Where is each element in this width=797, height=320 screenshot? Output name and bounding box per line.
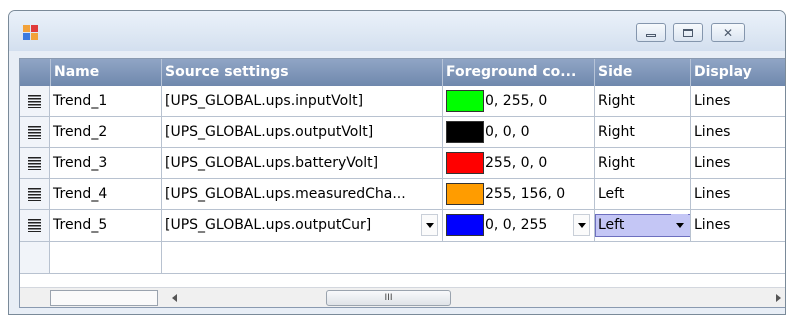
color-value: 255, 156, 0 [485, 186, 566, 202]
title-bar: ✕ [9, 11, 785, 51]
source-dropdown[interactable]: [UPS_GLOBAL.ups.outputCur] [162, 210, 443, 242]
cell-display[interactable]: Lines [691, 148, 785, 179]
frozen-scrollbar[interactable] [50, 290, 158, 306]
close-icon: ✕ [722, 25, 734, 40]
app-icon [23, 25, 39, 41]
dialog-window: ✕ Name Source settings Foreground co... … [8, 10, 786, 315]
row-selector[interactable] [20, 179, 50, 210]
cell-display[interactable]: Lines [691, 117, 785, 148]
foreground-dropdown[interactable]: 0, 0, 255 [443, 210, 595, 242]
trend-grid: Name Source settings Foreground co... Si… [19, 58, 785, 308]
scrollbar-thumb[interactable]: III [326, 290, 451, 306]
cell-name[interactable]: Trend_3 [50, 148, 162, 179]
horizontal-scrollbar[interactable]: III [161, 287, 785, 307]
cell-source[interactable]: [UPS_GLOBAL.ups.measuredCha... [162, 179, 443, 210]
color-swatch [446, 121, 484, 143]
column-header-source[interactable]: Source settings [162, 59, 443, 86]
color-value: 0, 0, 255 [485, 217, 548, 233]
cell-display[interactable]: Lines [691, 179, 785, 210]
column-header-display[interactable]: Display [691, 59, 785, 86]
column-header-side[interactable]: Side [595, 59, 691, 86]
cell-display[interactable]: Lines [691, 210, 785, 242]
cell-display[interactable]: Lines [691, 86, 785, 117]
side-dropdown-value: Left [598, 217, 625, 233]
cell-name[interactable]: Trend_2 [50, 117, 162, 148]
side-dropdown[interactable]: Left [595, 210, 691, 242]
cell-foreground[interactable]: 0, 0, 0 [443, 117, 595, 148]
maximize-button[interactable] [673, 23, 703, 42]
cell-foreground[interactable]: 255, 0, 0 [443, 148, 595, 179]
color-swatch [446, 152, 484, 174]
row-selector[interactable] [20, 210, 50, 242]
cell-foreground[interactable]: 0, 255, 0 [443, 86, 595, 117]
row-handle-icon [28, 126, 41, 139]
row-selector[interactable] [20, 148, 50, 179]
minimize-button[interactable] [636, 23, 666, 42]
cell-foreground[interactable]: 255, 156, 0 [443, 179, 595, 210]
color-value: 0, 0, 0 [485, 124, 530, 140]
cell-name[interactable]: Trend_4 [50, 179, 162, 210]
row-handle-icon [28, 157, 41, 170]
color-swatch [446, 183, 484, 205]
column-header-foreground[interactable]: Foreground co... [443, 59, 595, 86]
row-header-corner [20, 59, 51, 86]
cell-source[interactable]: [UPS_GLOBAL.ups.outputVolt] [162, 117, 443, 148]
cell-name[interactable]: Trend_5 [50, 210, 162, 242]
cell-name[interactable]: Trend_1 [50, 86, 162, 117]
new-row-cell[interactable] [162, 242, 785, 274]
maximize-icon [683, 28, 693, 37]
chevron-down-icon[interactable] [573, 214, 590, 236]
row-handle-icon [28, 95, 41, 108]
cell-source[interactable]: [UPS_GLOBAL.ups.batteryVolt] [162, 148, 443, 179]
cell-side[interactable]: Right [595, 86, 691, 117]
column-header-name[interactable]: Name [51, 59, 162, 86]
cell-side[interactable]: Right [595, 117, 691, 148]
new-row-cell[interactable] [50, 242, 162, 274]
row-handle-icon [28, 188, 41, 201]
color-value: 0, 255, 0 [485, 93, 548, 109]
row-selector[interactable] [20, 117, 50, 148]
frozen-scroll-area [20, 287, 161, 307]
scroll-left-icon[interactable] [172, 294, 177, 302]
minimize-icon [646, 34, 656, 37]
chevron-down-icon[interactable] [671, 214, 688, 236]
source-dropdown-value: [UPS_GLOBAL.ups.outputCur] [165, 217, 372, 233]
scroll-right-icon[interactable] [776, 294, 781, 302]
chevron-down-icon[interactable] [421, 214, 438, 236]
color-swatch [446, 214, 484, 236]
cell-source[interactable]: [UPS_GLOBAL.ups.inputVolt] [162, 86, 443, 117]
row-selector[interactable] [20, 86, 50, 117]
row-handle-icon [28, 219, 41, 232]
cell-side[interactable]: Left [595, 179, 691, 210]
close-button[interactable]: ✕ [711, 23, 745, 42]
cell-side[interactable]: Right [595, 148, 691, 179]
color-value: 255, 0, 0 [485, 155, 548, 171]
new-row-selector[interactable] [20, 242, 50, 274]
color-swatch [446, 90, 484, 112]
